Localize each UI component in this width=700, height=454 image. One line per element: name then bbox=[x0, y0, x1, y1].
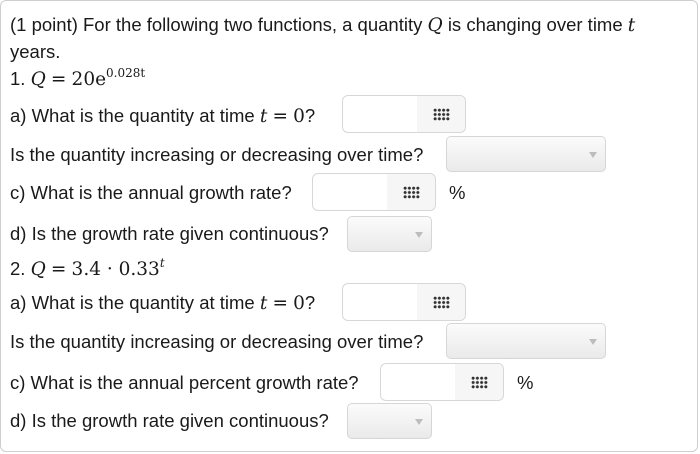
question-mark: ? bbox=[304, 292, 316, 313]
intro-text-2: is changing over time bbox=[447, 14, 623, 35]
keypad-button[interactable] bbox=[417, 284, 465, 320]
problem-intro-line2: years. bbox=[10, 41, 61, 62]
percent-unit: % bbox=[517, 372, 534, 393]
function-exponent: 0.028t bbox=[106, 66, 146, 80]
keypad-grid-icon bbox=[432, 107, 450, 121]
keypad-grid-icon bbox=[432, 295, 450, 309]
function-base: 3.4 · 0.33 bbox=[71, 259, 160, 280]
time-value: 0 bbox=[293, 293, 305, 314]
answer-1b-select[interactable] bbox=[446, 136, 606, 172]
chevron-down-icon bbox=[589, 339, 597, 345]
keypad-button[interactable] bbox=[417, 96, 465, 132]
equals-sign: = bbox=[272, 293, 288, 314]
chevron-down-icon bbox=[415, 419, 423, 425]
function-2: 2. Q = 3.4 · 0.33t bbox=[10, 256, 165, 281]
percent-unit: % bbox=[449, 182, 466, 203]
question-2a: a) What is the quantity at time t = 0? bbox=[10, 292, 315, 315]
problem-intro: (1 point) For the following two function… bbox=[10, 14, 635, 37]
var-t: t bbox=[259, 293, 268, 314]
function-1: 1. Q = 20e0.028t bbox=[10, 66, 146, 91]
var-t: t bbox=[627, 15, 636, 36]
question-1d: d) Is the growth rate given continuous? bbox=[10, 223, 329, 244]
chevron-down-icon bbox=[589, 152, 597, 158]
intro-text: (1 point) For the following two function… bbox=[10, 14, 423, 35]
function-base: 20e bbox=[71, 69, 107, 90]
keypad-grid-icon bbox=[470, 375, 488, 389]
answer-2b-select[interactable] bbox=[446, 323, 606, 359]
chevron-down-icon bbox=[415, 232, 423, 238]
question-1c: c) What is the annual growth rate? bbox=[10, 182, 292, 203]
answer-2c-field bbox=[380, 363, 504, 401]
question-mark: ? bbox=[304, 105, 316, 126]
var-q: Q bbox=[427, 15, 443, 36]
keypad-grid-icon bbox=[402, 185, 420, 199]
equals-sign: = bbox=[50, 69, 67, 90]
question-2d: d) Is the growth rate given continuous? bbox=[10, 410, 329, 431]
answer-2d-select[interactable] bbox=[347, 403, 432, 439]
answer-1c-input[interactable] bbox=[313, 174, 389, 210]
equals-sign: = bbox=[272, 106, 288, 127]
answer-1a-input[interactable] bbox=[343, 96, 419, 132]
answer-1c-field bbox=[312, 173, 436, 211]
function-number: 1. bbox=[10, 68, 26, 89]
function-lhs: Q bbox=[30, 69, 46, 90]
keypad-button[interactable] bbox=[455, 364, 503, 400]
function-number: 2. bbox=[10, 258, 26, 279]
answer-2a-input[interactable] bbox=[343, 284, 419, 320]
answer-1d-select[interactable] bbox=[347, 216, 432, 252]
var-t: t bbox=[259, 106, 268, 127]
time-value: 0 bbox=[293, 106, 305, 127]
question-label: a) What is the quantity at time bbox=[10, 292, 255, 313]
question-2b: Is the quantity increasing or decreasing… bbox=[10, 331, 424, 352]
answer-2a-field bbox=[342, 283, 466, 321]
question-2c: c) What is the annual percent growth rat… bbox=[10, 372, 359, 393]
function-exponent: t bbox=[159, 256, 165, 270]
question-label: a) What is the quantity at time bbox=[10, 105, 255, 126]
equals-sign: = bbox=[50, 259, 67, 280]
function-lhs: Q bbox=[30, 259, 46, 280]
answer-1a-field bbox=[342, 95, 466, 133]
keypad-button[interactable] bbox=[387, 174, 435, 210]
question-1a: a) What is the quantity at time t = 0? bbox=[10, 105, 315, 128]
question-1b: Is the quantity increasing or decreasing… bbox=[10, 144, 424, 165]
answer-2c-input[interactable] bbox=[381, 364, 457, 400]
